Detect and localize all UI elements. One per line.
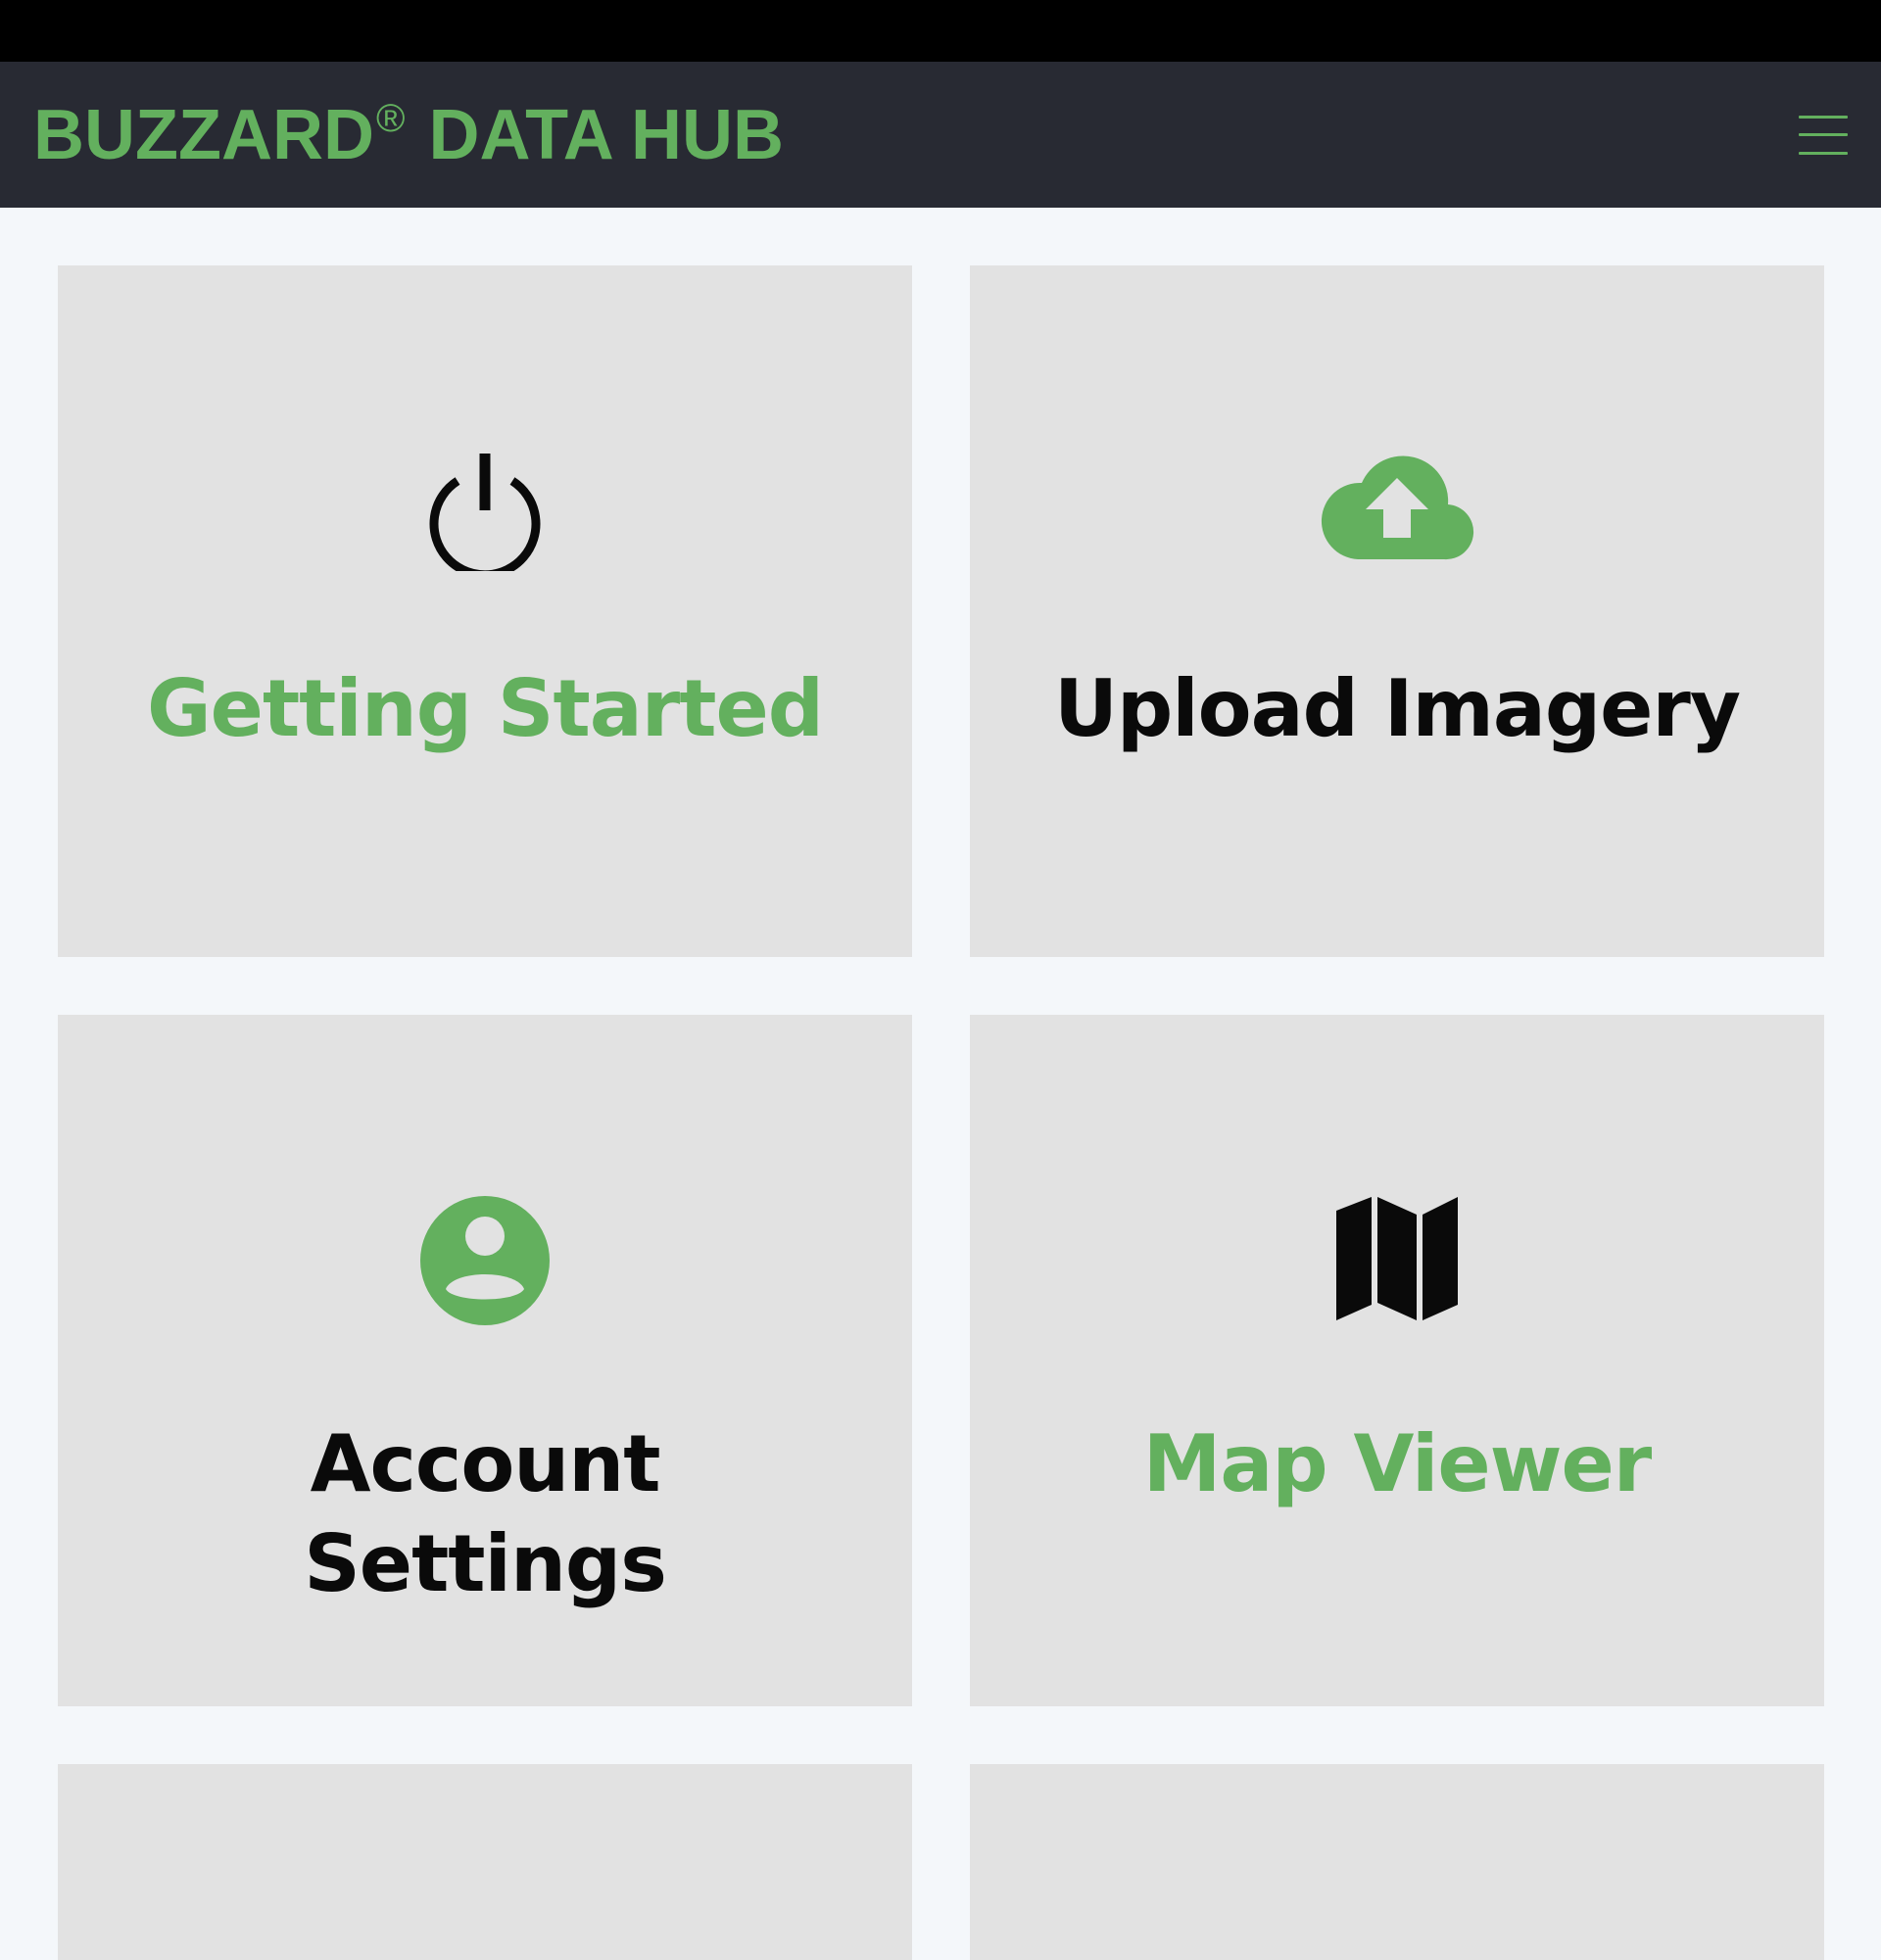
map-icon: [970, 1195, 1824, 1322]
registered-mark: ®: [375, 96, 406, 140]
tile-label: Upload Imagery: [1054, 663, 1741, 754]
tile-label: Account Settings: [304, 1418, 667, 1609]
hamburger-menu-icon[interactable]: [1799, 115, 1848, 155]
power-icon: [58, 450, 912, 571]
menu-line: [1799, 115, 1848, 119]
app-header: BUZZARD® DATA HUB: [0, 62, 1881, 208]
brand-name: BUZZARD: [33, 95, 374, 174]
tile-upload-imagery[interactable]: Upload Imagery: [970, 265, 1824, 957]
tile-map-viewer[interactable]: Map Viewer: [970, 1015, 1824, 1706]
status-bar: [0, 0, 1881, 62]
account-circle-icon: [58, 1195, 912, 1326]
brand-suffix: DATA HUB: [409, 95, 785, 174]
tile-getting-started[interactable]: Getting Started: [58, 265, 912, 957]
tile-partial-left[interactable]: [58, 1764, 912, 1960]
tile-partial-right[interactable]: [970, 1764, 1824, 1960]
tile-label: Getting Started: [147, 663, 824, 754]
menu-line: [1799, 133, 1848, 136]
brand-logo[interactable]: BUZZARD® DATA HUB: [33, 95, 784, 175]
tile-label: Map Viewer: [1142, 1418, 1653, 1509]
menu-line: [1799, 151, 1848, 155]
cloud-upload-icon: [970, 454, 1824, 561]
tile-account-settings[interactable]: Account Settings: [58, 1015, 912, 1706]
